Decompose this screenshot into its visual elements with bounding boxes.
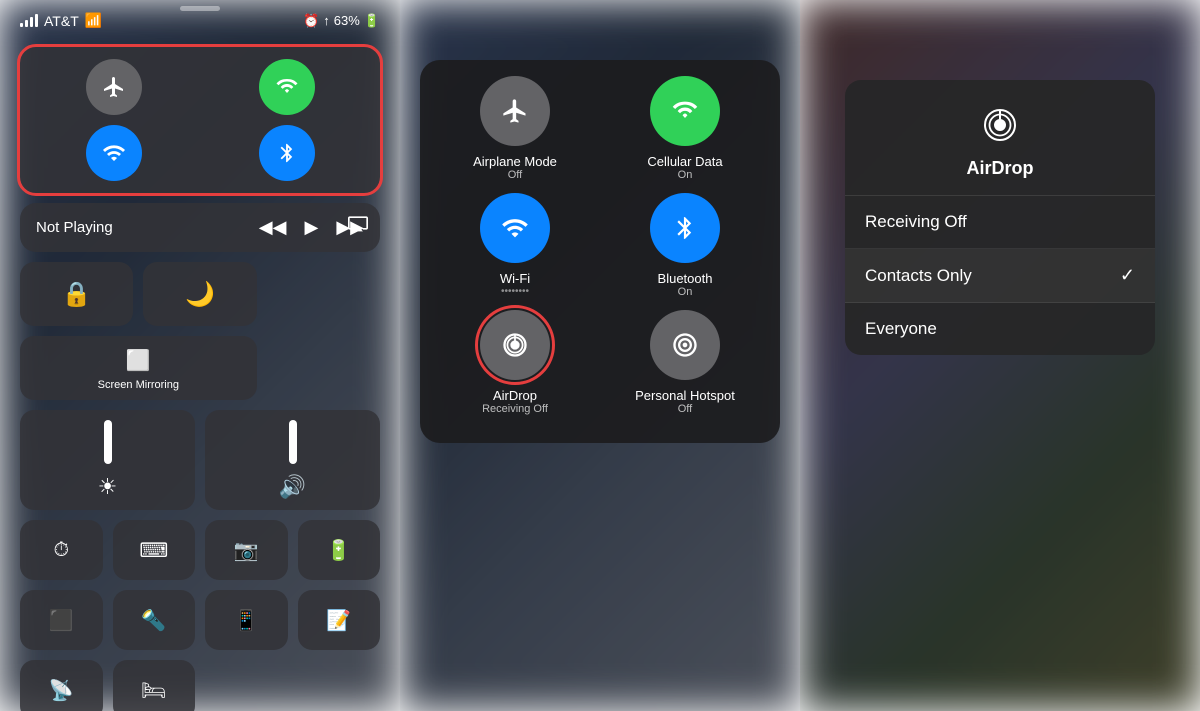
wifi-button[interactable] <box>480 193 550 263</box>
play-button[interactable]: ▶ <box>304 217 318 238</box>
airdrop-option-everyone[interactable]: Everyone <box>845 303 1155 355</box>
battery-percent: 63% <box>334 13 360 28</box>
contacts-only-label: Contacts Only <box>865 266 972 286</box>
left-panel: AT&T 📶 ⏰ ↑ 63% 🔋 <box>0 0 400 711</box>
nfc-tile[interactable]: 📡 <box>20 660 103 711</box>
airplane-mode-button[interactable] <box>480 76 550 146</box>
airdrop-option-receiving-off[interactable]: Receiving Off <box>845 196 1155 249</box>
last-row: ⬛ 🔦 📱 📝 <box>20 590 380 650</box>
wifi-label: Wi-Fi •••••••• <box>500 271 530 297</box>
personal-hotspot-label: Personal Hotspot Off <box>635 388 735 415</box>
airplane-mode-label: Airplane Mode Off <box>473 154 557 181</box>
music-block: Not Playing ◀◀ ▶ ▶▶ <box>20 203 380 252</box>
wifi-item: Wi-Fi •••••••• <box>436 193 594 298</box>
second-tiles-row: 🔒 🌙 ⬜ Screen Mirroring <box>20 262 380 400</box>
wifi-toggle[interactable] <box>86 125 142 181</box>
airplane-mode-item: Airplane Mode Off <box>436 76 594 181</box>
control-center-container: Not Playing ◀◀ ▶ ▶▶ 🔒 <box>0 37 400 711</box>
airplane-toggle[interactable] <box>86 59 142 115</box>
status-left: AT&T 📶 <box>20 12 102 29</box>
cellular-data-item: Cellular Data On <box>606 76 764 181</box>
do-not-disturb-icon: 🌙 <box>185 280 215 309</box>
airdrop-menu-title: AirDrop <box>967 158 1034 179</box>
bluetooth-toggle[interactable] <box>259 125 315 181</box>
screen-mirroring-icon: ⬜ <box>126 348 151 373</box>
timer-tile[interactable]: ⏱ <box>20 520 103 580</box>
bed-tile[interactable]: 🛏 <box>113 660 196 711</box>
cellular-toggle[interactable] <box>259 59 315 115</box>
sliders-row: ☀ 🔊 <box>20 410 380 510</box>
expanded-control-center: Airplane Mode Off Cellular Data On <box>420 60 780 443</box>
brightness-icon: ☀ <box>98 474 118 500</box>
contacts-only-checkmark: ✓ <box>1120 265 1135 286</box>
cellular-data-button[interactable] <box>650 76 720 146</box>
music-block-wrapper: Not Playing ◀◀ ▶ ▶▶ <box>20 203 380 252</box>
airdrop-menu: AirDrop Receiving Off Contacts Only ✓ Ev… <box>845 80 1155 355</box>
right-panel: AirDrop Receiving Off Contacts Only ✓ Ev… <box>800 0 1200 711</box>
wifi-status-icon: 📶 <box>85 12 102 29</box>
connectivity-block <box>20 47 380 193</box>
alarm-icon: ⏰ <box>303 13 319 29</box>
bluetooth-label: Bluetooth On <box>658 271 713 298</box>
nav-arrow: ↑ <box>323 13 330 28</box>
remote-tile[interactable]: 📱 <box>205 590 288 650</box>
bluetooth-button[interactable] <box>650 193 720 263</box>
utility-row: ⏱ ⌨ 📷 🔋 <box>20 520 380 580</box>
screen-mirroring-tile[interactable]: ⬜ Screen Mirroring <box>20 336 257 400</box>
airdrop-option-contacts-only[interactable]: Contacts Only ✓ <box>845 249 1155 303</box>
connectivity-grid: Airplane Mode Off Cellular Data On <box>436 76 764 415</box>
screen-mirroring-label: Screen Mirroring <box>98 379 179 391</box>
airdrop-label: AirDrop Receiving Off <box>482 388 548 415</box>
volume-icon: 🔊 <box>279 474 306 500</box>
battery-widget-tile[interactable]: 🔋 <box>298 520 381 580</box>
brightness-slider[interactable]: ☀ <box>20 410 195 510</box>
rotation-lock-tile[interactable]: 🔒 <box>20 262 133 326</box>
rotation-lock-icon: 🔒 <box>62 280 92 309</box>
do-not-disturb-tile[interactable]: 🌙 <box>143 262 256 326</box>
qr-tile[interactable]: ⬛ <box>20 590 103 650</box>
status-right: ⏰ ↑ 63% 🔋 <box>303 13 380 29</box>
camera-tile[interactable]: 📷 <box>205 520 288 580</box>
final-row: 📡 🛏 <box>20 660 380 711</box>
bluetooth-item: Bluetooth On <box>606 193 764 298</box>
airdrop-item: AirDrop Receiving Off <box>436 310 594 415</box>
middle-panel: Airplane Mode Off Cellular Data On <box>400 0 800 711</box>
rewind-button[interactable]: ◀◀ <box>259 217 287 238</box>
volume-slider[interactable]: 🔊 <box>205 410 380 510</box>
airdrop-menu-header: AirDrop <box>845 80 1155 196</box>
now-playing-title: Not Playing <box>36 219 113 236</box>
receiving-off-label: Receiving Off <box>865 212 967 232</box>
calculator-tile[interactable]: ⌨ <box>113 520 196 580</box>
battery-icon: 🔋 <box>364 13 380 29</box>
notes-tile[interactable]: 📝 <box>298 590 381 650</box>
drag-handle[interactable] <box>180 6 220 11</box>
airdrop-button[interactable] <box>480 310 550 380</box>
airplay-button[interactable] <box>348 213 368 238</box>
airdrop-menu-icon <box>975 100 1025 150</box>
personal-hotspot-button[interactable] <box>650 310 720 380</box>
cellular-data-label: Cellular Data On <box>647 154 722 181</box>
signal-bars <box>20 14 38 27</box>
now-playing-label: Not Playing <box>36 219 113 236</box>
personal-hotspot-item: Personal Hotspot Off <box>606 310 764 415</box>
carrier-label: AT&T <box>44 13 79 29</box>
everyone-label: Everyone <box>865 319 937 339</box>
flashlight-tile[interactable]: 🔦 <box>113 590 196 650</box>
